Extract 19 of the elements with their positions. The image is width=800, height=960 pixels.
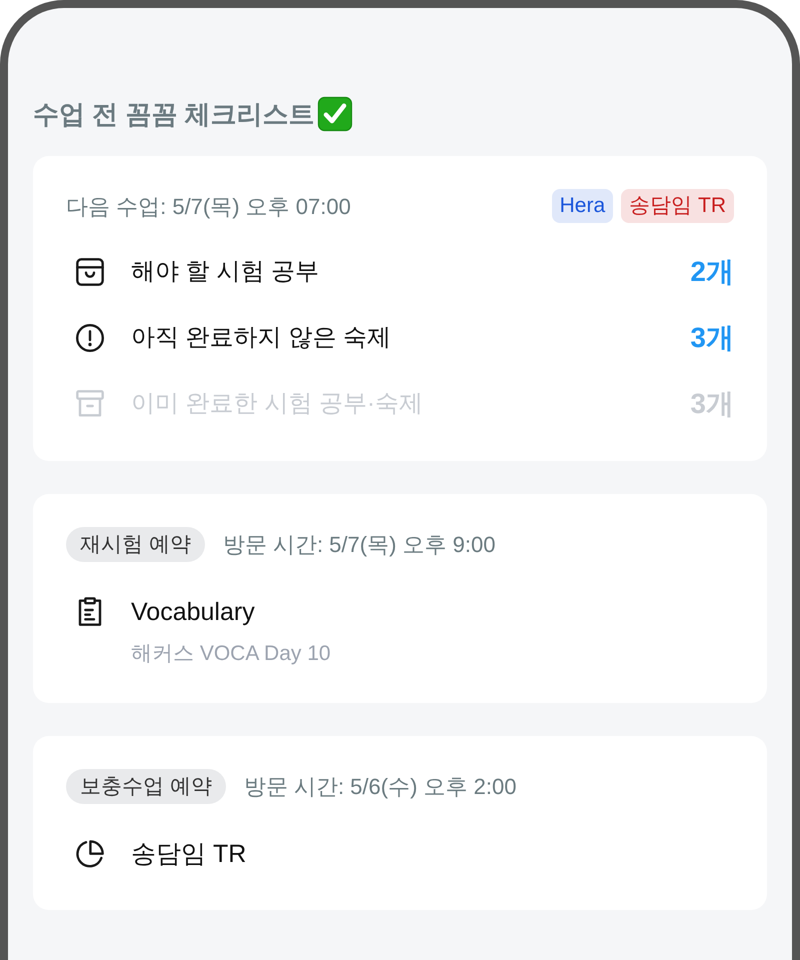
item-count: 3개 [690,321,734,355]
booking-subtitle: 해커스 VOCA Day 10 [131,642,331,665]
tag: Hera [552,189,614,223]
visit-time: 방문 시간: 5/7(목) 오후 9:00 [222,531,496,559]
checklist-label: 아직 완료하지 않은 숙제 [131,323,392,353]
checklist-label: 해야 할 시험 공부 [131,257,320,287]
booking-type-tag: 재시험 예약 [66,527,205,562]
item-count: 2개 [690,255,734,289]
next-class-time: 다음 수업: 5/7(목) 오후 07:00 [66,192,351,220]
page-title: 수업 전 꼼꼼 체크리스트 [33,98,315,130]
visit-time: 방문 시간: 5/6(수) 오후 2:00 [244,773,516,801]
booking-title: 송담임 TR [131,839,246,869]
tag: 송담임 TR [621,189,734,223]
bag-icon [74,256,106,288]
check-box-icon [316,96,353,132]
alert-icon [74,322,106,354]
booking-type-tag: 보충수업 예약 [66,769,226,804]
booking-title: Vocabulary [131,597,255,627]
pie-chart-icon [74,838,106,870]
